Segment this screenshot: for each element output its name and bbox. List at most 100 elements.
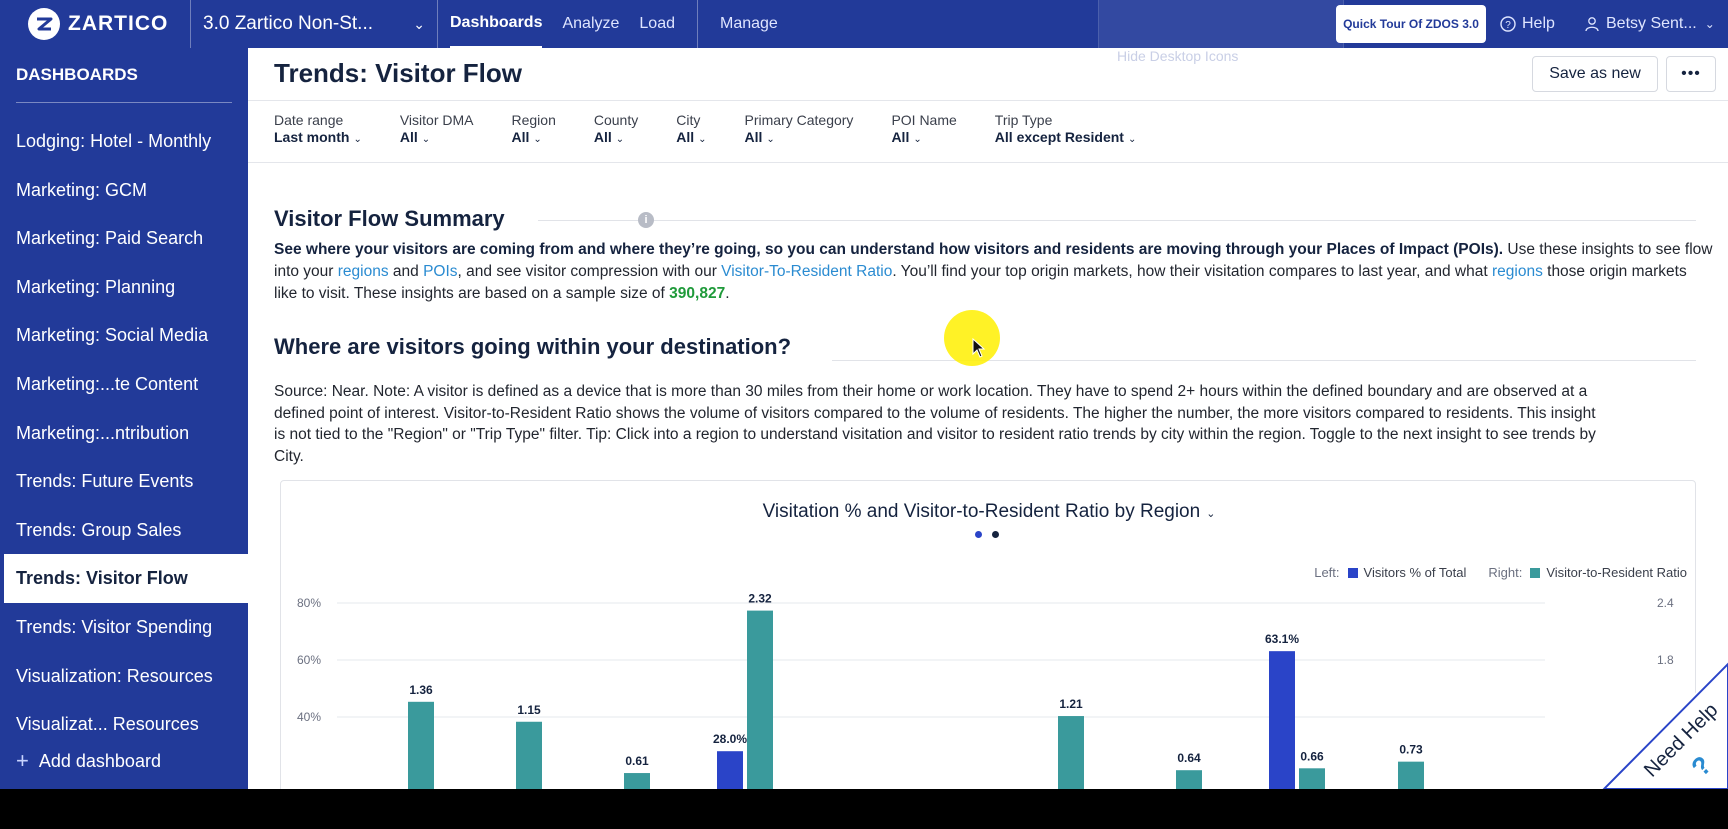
bar-data-label: 1.15 <box>517 703 541 717</box>
filter-value: All ⌄ <box>594 129 638 145</box>
filter-value: All ⌄ <box>891 129 956 145</box>
filter-value-text: All <box>676 129 695 145</box>
sidebar: DASHBOARDS Lodging: Hotel - Monthly Marke… <box>0 48 248 789</box>
help-link[interactable]: ? Help <box>1500 0 1555 48</box>
nav-divider <box>696 0 698 48</box>
bar-data-label: 28.0% <box>713 732 747 746</box>
chevron-down-icon: ⌄ <box>413 15 425 32</box>
sidebar-item[interactable]: Marketing: Social Media <box>0 311 248 360</box>
regions-link[interactable]: regions <box>338 263 389 280</box>
logo[interactable]: ZARTICO <box>0 0 190 48</box>
left-tick-label: 40% <box>297 710 321 724</box>
filter-label: Date range <box>274 112 344 128</box>
filter-value: Last month ⌄ <box>274 129 362 145</box>
sidebar-item[interactable]: Marketing:...te Content <box>0 360 248 409</box>
sidebar-item[interactable]: Trends: Group Sales <box>0 506 248 555</box>
summary-t3: , and see visitor compression with our <box>457 263 722 280</box>
sidebar-item[interactable]: Trends: Visitor Spending <box>0 603 248 652</box>
legend-ratio[interactable]: Visitor-to-Resident Ratio <box>1546 565 1687 580</box>
sidebar-item[interactable]: Trends: Future Events <box>0 457 248 506</box>
user-menu[interactable]: Betsy Sent... ⌄ <box>1584 0 1715 48</box>
summary-t6: . <box>725 285 730 302</box>
add-dashboard-button[interactable]: + Add dashboard <box>16 748 161 774</box>
filter-value-text: Last month <box>274 129 350 145</box>
header-divider <box>248 100 1728 101</box>
chart-title-dropdown[interactable]: Visitation % and Visitor-to-Resident Rat… <box>281 501 1697 523</box>
bar-data-label: 0.61 <box>625 754 649 768</box>
sidebar-item[interactable]: Marketing:...ntribution <box>0 409 248 458</box>
question-circle-icon: ? <box>1500 16 1516 32</box>
legend-swatch-visitors <box>1347 567 1358 578</box>
filter-poi-name[interactable]: POI Name All ⌄ <box>891 112 956 145</box>
bar-data-label: 63.1% <box>1265 632 1299 646</box>
summary-rule <box>538 220 1696 221</box>
filter-trip-type[interactable]: Trip Type All except Resident ⌄ <box>995 112 1137 145</box>
bar-ratio <box>1299 768 1325 789</box>
bar-ratio <box>1176 770 1202 789</box>
filter-visitor-dma[interactable]: Visitor DMA All ⌄ <box>400 112 474 145</box>
filter-label: POI Name <box>891 112 957 128</box>
filter-region[interactable]: Region All ⌄ <box>512 112 556 145</box>
pois-link[interactable]: POIs <box>423 263 457 280</box>
sidebar-item[interactable]: Trends: Visitor Flow <box>0 554 248 603</box>
chevron-down-icon: ⌄ <box>1206 508 1216 520</box>
regions-link-2[interactable]: regions <box>1492 263 1543 280</box>
zartico-logo-icon <box>28 8 60 40</box>
chart-legend: Left: Visitors % of Total Right: Visitor… <box>1314 565 1687 580</box>
quick-tour-button[interactable]: Quick Tour Of ZDOS 3.0 <box>1336 5 1486 43</box>
sidebar-item[interactable]: Lodging: Hotel - Monthly <box>0 117 248 166</box>
nav-dashboards[interactable]: Dashboards <box>450 0 543 48</box>
sidebar-item[interactable]: Marketing: Planning <box>0 263 248 312</box>
filter-label: County <box>593 112 639 128</box>
filter-value-text: All <box>399 129 418 145</box>
filter-label: Primary Category <box>744 112 854 128</box>
filter-value: All ⌄ <box>676 129 706 145</box>
chart-card: Visitation % and Visitor-to-Resident Rat… <box>280 480 1696 789</box>
org-selector[interactable]: 3.0 Zartico Non-St... ⌄ <box>190 0 438 48</box>
bar-ratio <box>516 721 542 789</box>
filter-county[interactable]: County All ⌄ <box>594 112 638 145</box>
chart-pager <box>975 531 1009 538</box>
legend-right-prefix: Right: <box>1488 565 1523 580</box>
bar-visitors <box>1269 651 1295 789</box>
filter-value-text: All <box>593 129 612 145</box>
ratio-link[interactable]: Visitor-To-Resident Ratio <box>721 263 892 280</box>
chevron-down-icon: ⌄ <box>421 134 431 145</box>
bar-ratio <box>408 701 434 789</box>
nav-manage[interactable]: Manage <box>720 0 778 48</box>
nav-analyze[interactable]: Analyze <box>562 0 619 48</box>
pager-dot-2[interactable] <box>992 531 999 538</box>
left-tick-label: 60% <box>297 653 321 667</box>
need-help-widget[interactable]: Need Help ? <box>1600 660 1728 789</box>
filter-value: All ⌄ <box>512 129 556 145</box>
sidebar-item[interactable]: Marketing: Paid Search <box>0 214 248 263</box>
filter-value: All except Resident ⌄ <box>995 129 1137 145</box>
filter-primary-category[interactable]: Primary Category All ⌄ <box>745 112 854 145</box>
bar-data-label: 0.73 <box>1399 743 1423 757</box>
chevron-down-icon: ⌄ <box>1127 134 1137 145</box>
bar-data-label: 0.66 <box>1300 749 1324 763</box>
filter-city[interactable]: City All ⌄ <box>676 112 706 145</box>
sidebar-divider <box>16 102 232 103</box>
legend-visitors[interactable]: Visitors % of Total <box>1364 565 1467 580</box>
pager-dot-1[interactable] <box>975 531 982 538</box>
sidebar-item[interactable]: Visualization: Resources <box>0 652 248 701</box>
left-tick-label: 80% <box>297 596 321 610</box>
chevron-down-icon: ⌄ <box>913 134 922 145</box>
svg-text:?: ? <box>1505 20 1511 31</box>
save-as-new-button[interactable]: Save as new <box>1532 56 1658 92</box>
bar-ratio <box>1398 761 1424 789</box>
main-nav: Dashboards Analyze Load Manage <box>438 0 798 48</box>
chart-title: Visitation % and Visitor-to-Resident Rat… <box>762 501 1201 522</box>
bar-chart: 80%60%40%2.41.828.0%63.1%1.361.150.612.3… <box>297 592 1674 789</box>
sidebar-item[interactable]: Visualizat... Resources <box>0 700 248 749</box>
filter-value-text: All <box>744 129 763 145</box>
summary-bold: See where your visitors are coming from … <box>274 241 1504 258</box>
more-options-button[interactable]: ••• <box>1666 56 1716 92</box>
info-icon[interactable]: i <box>638 212 654 228</box>
nav-load[interactable]: Load <box>639 0 675 48</box>
legend-left-prefix: Left: <box>1314 565 1340 580</box>
filter-value-text: All <box>511 129 530 145</box>
filter-date-range[interactable]: Date range Last month ⌄ <box>274 112 362 145</box>
sidebar-item[interactable]: Marketing: GCM <box>0 166 248 215</box>
